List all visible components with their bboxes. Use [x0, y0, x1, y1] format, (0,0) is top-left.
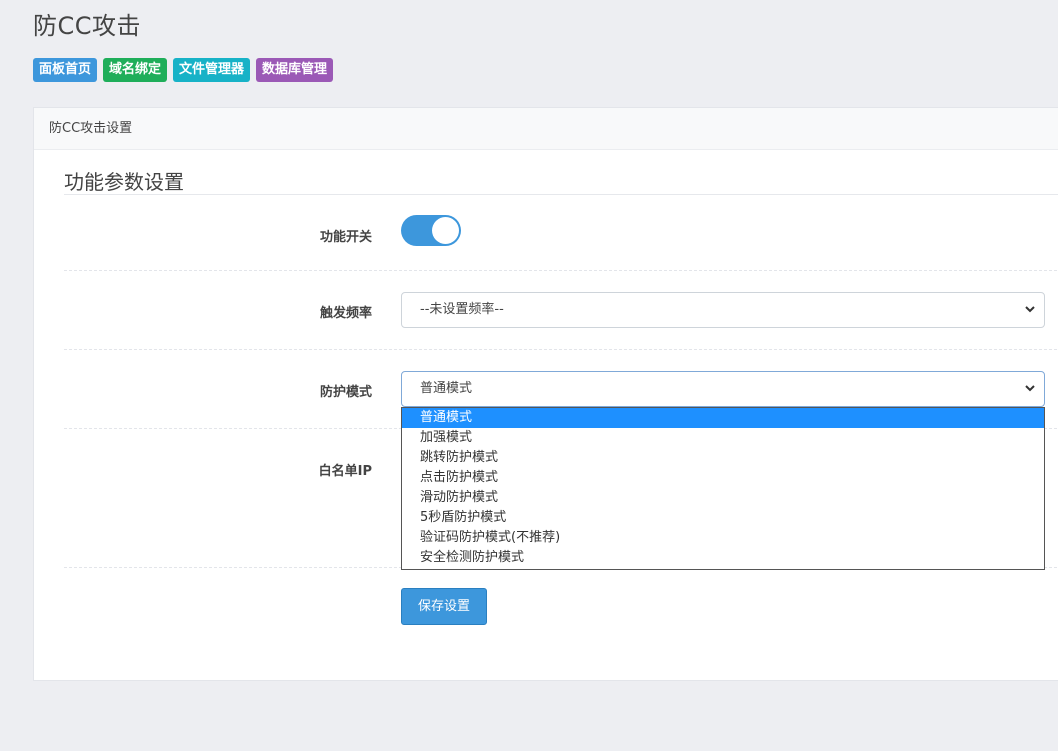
chevron-down-icon — [1024, 293, 1036, 340]
frequency-select[interactable]: --未设置频率-- — [401, 292, 1045, 328]
mode-select[interactable]: 普通模式 — [401, 371, 1045, 407]
save-button[interactable]: 保存设置 — [401, 588, 487, 625]
mode-option[interactable]: 点击防护模式 — [402, 468, 1044, 488]
settings-card: 防CC攻击设置 功能参数设置 功能开关 触发频率 --未设置频率-- 防护模式 … — [33, 107, 1058, 681]
mode-dropdown: 普通模式 加强模式 跳转防护模式 点击防护模式 滑动防护模式 5秒盾防护模式 验… — [401, 407, 1045, 570]
mode-label: 防护模式 — [319, 385, 372, 400]
function-toggle[interactable] — [401, 215, 461, 246]
mode-option[interactable]: 5秒盾防护模式 — [402, 508, 1044, 528]
nav-database-manager[interactable]: 数据库管理 — [256, 58, 334, 82]
mode-option[interactable]: 安全检测防护模式 — [402, 548, 1044, 568]
frequency-select-value: --未设置频率-- — [420, 302, 504, 317]
mode-option[interactable]: 滑动防护模式 — [402, 488, 1044, 508]
switch-label: 功能开关 — [319, 230, 372, 245]
card-header: 防CC攻击设置 — [34, 108, 1058, 150]
section-title: 功能参数设置 — [64, 170, 184, 194]
page-title: 防CC攻击 — [33, 12, 142, 40]
mode-select-value: 普通模式 — [420, 381, 473, 396]
row-divider — [64, 349, 1058, 350]
top-nav: 面板首页 域名绑定 文件管理器 数据库管理 — [33, 58, 334, 82]
mode-option[interactable]: 跳转防护模式 — [402, 448, 1044, 468]
mode-option[interactable]: 验证码防护模式(不推荐) — [402, 528, 1044, 548]
mode-option[interactable]: 普通模式 — [402, 408, 1044, 428]
nav-file-manager[interactable]: 文件管理器 — [173, 58, 251, 82]
row-divider — [64, 270, 1058, 271]
toggle-knob — [432, 217, 459, 244]
section-divider — [64, 194, 1058, 195]
mode-option[interactable]: 加强模式 — [402, 428, 1044, 448]
nav-panel-home[interactable]: 面板首页 — [33, 58, 98, 82]
whitelist-label: 白名单IP — [318, 464, 372, 479]
frequency-label: 触发频率 — [319, 306, 372, 321]
nav-domain-binding[interactable]: 域名绑定 — [103, 58, 168, 82]
